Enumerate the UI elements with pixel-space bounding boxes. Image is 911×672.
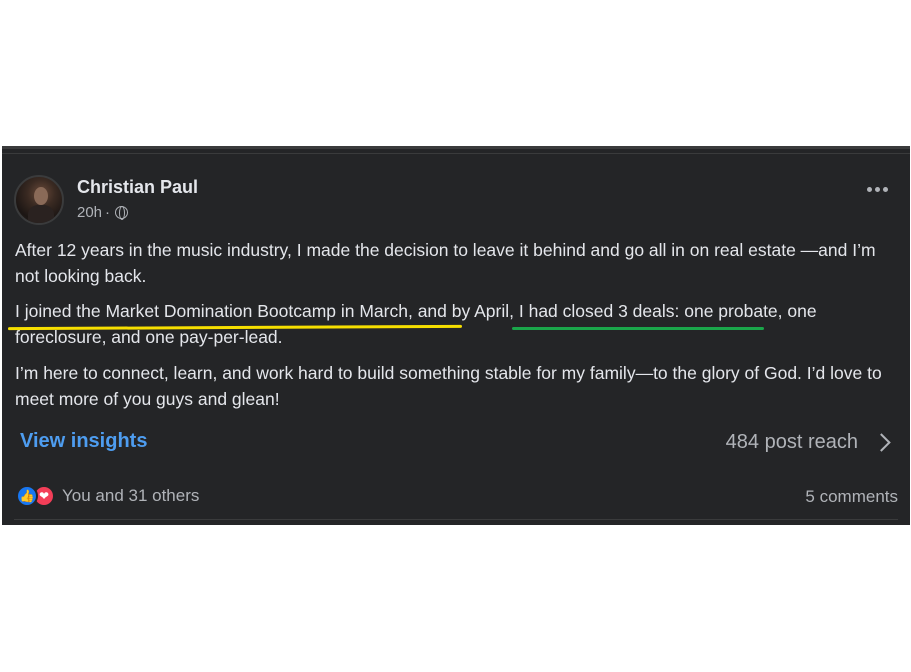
more-options-icon[interactable]	[867, 187, 888, 192]
like-reaction-icon: 👍	[16, 485, 38, 507]
avatar-body	[28, 205, 54, 223]
avatar-face	[34, 187, 48, 205]
more-dot	[867, 187, 872, 192]
post-meta: 20h ·	[77, 204, 129, 221]
green-underline-annotation	[512, 327, 764, 330]
post-reach[interactable]: 484 post reach	[726, 431, 858, 454]
reactors-text[interactable]: You and 31 others	[62, 486, 199, 506]
reactions-summary[interactable]: 👍 ❤ You and 31 others	[16, 485, 199, 507]
view-insights-link[interactable]: View insights	[20, 430, 147, 453]
more-dot	[875, 187, 880, 192]
facebook-post-card: Christian Paul 20h · After 12 years in t…	[2, 146, 910, 525]
more-dot	[883, 187, 888, 192]
globe-icon[interactable]	[115, 206, 129, 220]
post-paragraph-3: I’m here to connect, learn, and work har…	[15, 363, 882, 409]
post-time[interactable]: 20h	[77, 204, 102, 221]
avatar[interactable]	[14, 175, 64, 225]
top-divider	[2, 153, 910, 154]
meta-separator: ·	[105, 204, 111, 221]
chevron-right-icon[interactable]	[872, 433, 891, 452]
post-paragraph-1: After 12 years in the music industry, I …	[15, 240, 876, 286]
bottom-divider	[14, 519, 898, 520]
comments-count[interactable]: 5 comments	[805, 487, 898, 507]
author-name[interactable]: Christian Paul	[77, 177, 198, 198]
